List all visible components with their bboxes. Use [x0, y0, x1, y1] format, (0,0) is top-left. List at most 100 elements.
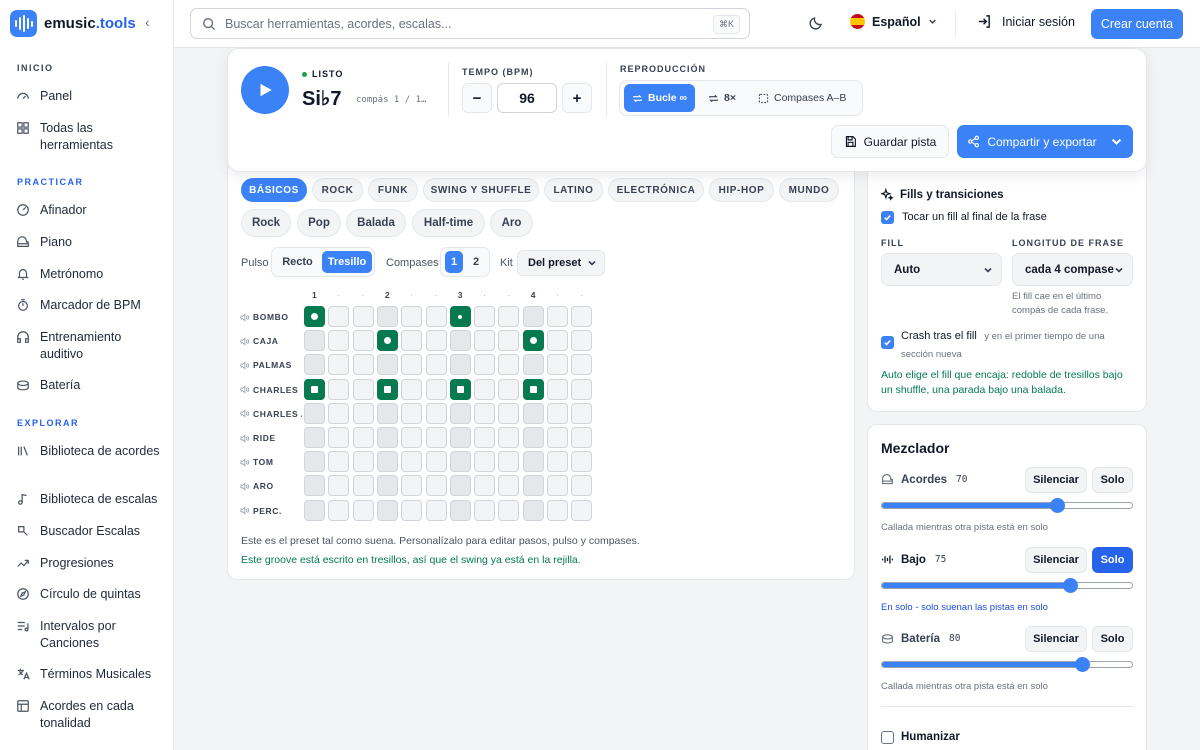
step-cell[interactable] — [352, 451, 374, 473]
tempo-increase-button[interactable]: + — [562, 83, 592, 113]
step-cell[interactable] — [498, 402, 520, 424]
step-cell[interactable] — [474, 306, 496, 327]
step-cell[interactable] — [547, 475, 568, 497]
step-cell[interactable] — [449, 378, 471, 400]
row-label[interactable]: RIDE — [240, 433, 302, 443]
step-cell[interactable] — [571, 451, 593, 473]
category-swing-shuffle[interactable]: SWING Y SHUFFLE — [423, 178, 539, 202]
step-cell[interactable] — [522, 306, 544, 327]
category-funk[interactable]: FUNK — [368, 178, 418, 202]
step-cell[interactable] — [376, 354, 398, 376]
step-cell[interactable] — [376, 378, 398, 400]
step-cell[interactable] — [474, 499, 496, 521]
track-drums-solo-button[interactable]: Solo — [1092, 626, 1133, 652]
collapse-sidebar-icon[interactable]: ‹ — [145, 14, 150, 30]
step-cell[interactable] — [376, 475, 398, 497]
step-cell[interactable] — [401, 475, 423, 497]
track-bass-volume-slider[interactable] — [881, 578, 1133, 593]
step-cell[interactable] — [498, 306, 520, 327]
step-cell[interactable] — [498, 499, 520, 521]
step-cell[interactable] — [498, 354, 520, 376]
step-cell[interactable] — [401, 354, 423, 376]
preset-rock[interactable]: Rock — [241, 209, 291, 237]
step-cell[interactable] — [328, 499, 350, 521]
sidebar-item-chord-library[interactable]: Biblioteca de acordes — [16, 443, 166, 460]
step-cell[interactable] — [401, 499, 423, 521]
bars-1-button[interactable]: 1 — [445, 251, 463, 273]
step-cell[interactable] — [547, 499, 568, 521]
pulse-straight-button[interactable]: Recto — [276, 251, 319, 273]
step-cell[interactable] — [571, 330, 593, 352]
step-cell[interactable] — [498, 378, 520, 400]
pulse-triplet-button[interactable]: Tresillo — [322, 251, 372, 273]
step-cell[interactable] — [352, 378, 374, 400]
step-cell[interactable] — [376, 306, 398, 327]
step-cell[interactable] — [571, 475, 593, 497]
search-input[interactable] — [225, 16, 695, 31]
step-cell[interactable] — [449, 402, 471, 424]
step-cell[interactable] — [498, 475, 520, 497]
step-cell[interactable] — [401, 330, 423, 352]
crash-checkbox[interactable] — [881, 336, 894, 349]
step-cell[interactable] — [304, 330, 325, 352]
step-cell[interactable] — [328, 354, 350, 376]
step-cell[interactable] — [401, 451, 423, 473]
step-cell[interactable] — [498, 330, 520, 352]
category-hiphop[interactable]: HIP-HOP — [709, 178, 774, 202]
track-drums-mute-button[interactable]: Silenciar — [1025, 626, 1087, 652]
step-cell[interactable] — [449, 499, 471, 521]
sidebar-item-scale-finder[interactable]: Buscador Escalas — [16, 523, 166, 540]
moon-icon[interactable] — [808, 15, 824, 31]
step-cell[interactable] — [352, 330, 374, 352]
step-cell[interactable] — [401, 402, 423, 424]
sidebar-item-panel[interactable]: Panel — [16, 88, 166, 105]
step-cell[interactable] — [304, 475, 325, 497]
step-cell[interactable] — [571, 499, 593, 521]
sidebar-item-tuner[interactable]: Afinador — [16, 202, 166, 219]
step-cell[interactable] — [571, 427, 593, 448]
step-cell[interactable] — [547, 427, 568, 448]
step-cell[interactable] — [547, 354, 568, 376]
step-cell[interactable] — [522, 475, 544, 497]
signup-button[interactable]: Crear cuenta — [1091, 9, 1183, 39]
login-button[interactable]: Iniciar sesión — [977, 14, 1075, 29]
step-cell[interactable] — [376, 451, 398, 473]
slider-thumb[interactable] — [1075, 657, 1090, 672]
step-cell[interactable] — [547, 451, 568, 473]
sidebar-item-chords-in-keys[interactable]: Acordes en cada tonalidad — [16, 698, 166, 732]
step-cell[interactable] — [449, 451, 471, 473]
loop-button[interactable]: Bucle ∞ — [624, 84, 695, 112]
search-box[interactable]: ⌘K — [190, 8, 750, 39]
row-label[interactable]: BOMBO — [240, 312, 302, 322]
step-cell[interactable] — [352, 427, 374, 448]
step-cell[interactable] — [328, 427, 350, 448]
step-cell[interactable] — [547, 402, 568, 424]
row-label[interactable]: CHARLES ABIERTO — [240, 409, 302, 419]
step-cell[interactable] — [328, 402, 350, 424]
step-cell[interactable] — [352, 499, 374, 521]
bars-2-button[interactable]: 2 — [467, 251, 485, 273]
category-rock[interactable]: ROCK — [312, 178, 363, 202]
play-button[interactable] — [241, 66, 289, 114]
step-cell[interactable] — [522, 330, 544, 352]
slider-thumb[interactable] — [1050, 498, 1065, 513]
sidebar-item-ear-training[interactable]: Entrenamiento auditivo — [16, 329, 166, 363]
repeat-count-button[interactable]: 8× — [700, 84, 744, 112]
sidebar-item-music-terms[interactable]: Términos Musicales — [16, 666, 166, 683]
fill-select[interactable]: Auto — [881, 253, 1002, 286]
step-cell[interactable] — [376, 402, 398, 424]
step-cell[interactable] — [474, 451, 496, 473]
tempo-input[interactable] — [497, 83, 557, 113]
step-cell[interactable] — [449, 354, 471, 376]
step-cell[interactable] — [401, 427, 423, 448]
preset-half-time[interactable]: Half-time — [412, 209, 485, 237]
step-cell[interactable] — [522, 451, 544, 473]
step-cell[interactable] — [449, 475, 471, 497]
step-cell[interactable] — [449, 427, 471, 448]
row-label[interactable]: TOM — [240, 457, 302, 467]
kit-select[interactable]: Del preset — [517, 250, 605, 276]
step-cell[interactable] — [449, 330, 471, 352]
step-cell[interactable] — [474, 330, 496, 352]
category-basicos[interactable]: BÁSICOS — [241, 178, 307, 202]
step-cell[interactable] — [547, 306, 568, 327]
